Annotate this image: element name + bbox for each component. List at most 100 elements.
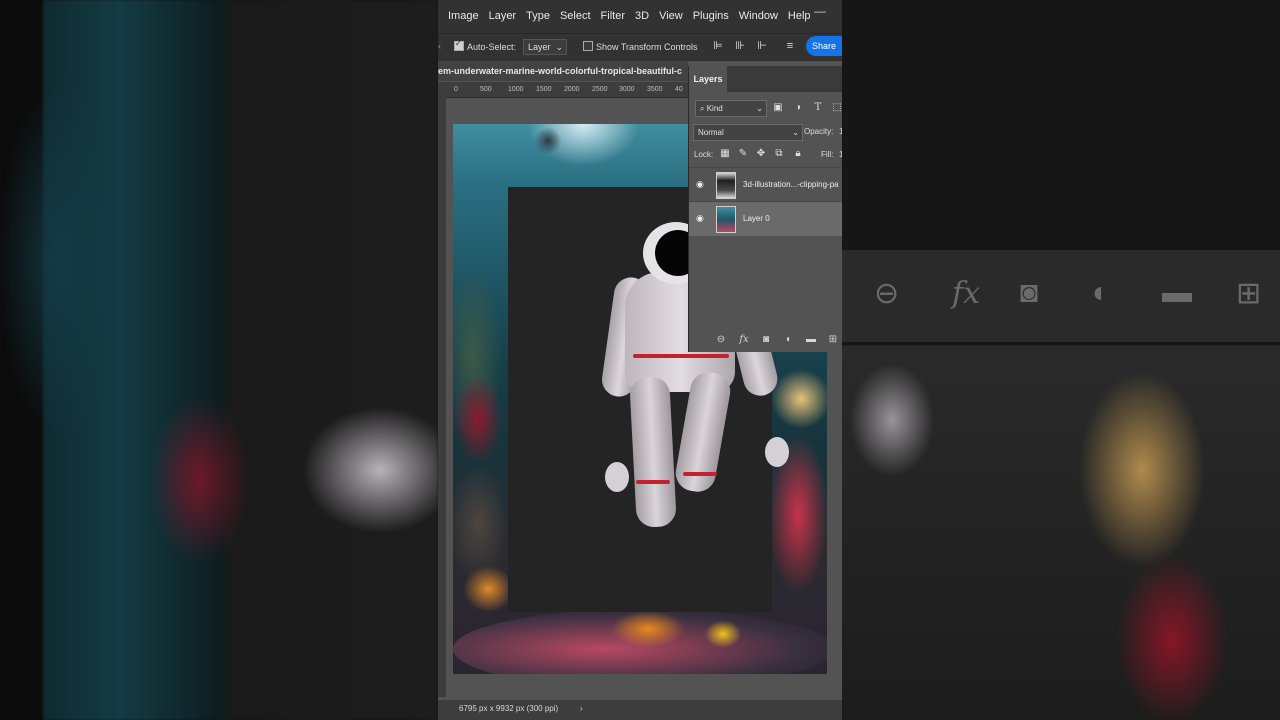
red-coral-left (453, 374, 503, 464)
link-icon: ⊖ (874, 277, 900, 310)
adjustment-icon: ◐ (1092, 276, 1111, 309)
align-center-icon[interactable]: ⊪ (734, 40, 746, 52)
astronaut-left-leg (629, 376, 677, 528)
auto-select-toggle[interactable]: Auto-Select: (454, 39, 517, 52)
layer-row-layer-0[interactable]: ◉ Layer 0 (689, 201, 842, 236)
orange-fish-bottom (608, 609, 688, 649)
horizontal-ruler: 0 500 1000 1500 2000 2500 3000 3500 40 (438, 82, 688, 98)
photoshop-window: Image Layer Type Select Filter 3D View P… (438, 0, 842, 720)
layer-row-astronaut[interactable]: ◉ 3d-illustration...-clipping-pa (689, 167, 842, 202)
fill-label: Fill: (821, 150, 834, 159)
search-icon: ⌕ (700, 104, 705, 113)
blend-mode-value: Normal (698, 128, 724, 137)
kind-value: Kind (706, 104, 723, 113)
astronaut-right-glove (765, 437, 789, 467)
menu-help[interactable]: Help (783, 10, 816, 22)
lock-position-icon[interactable]: ✥ (755, 148, 767, 160)
opacity-value[interactable]: 1 (839, 127, 842, 136)
background-blur-right: ⊖ fx ◙ ◐ ▬ ⊞ (842, 0, 1280, 720)
new-layer-icon: ⊞ (1236, 277, 1262, 310)
yellow-fish (703, 619, 743, 649)
adjustment-layer-icon[interactable]: ◐ (783, 334, 795, 346)
menu-3d[interactable]: 3D (630, 10, 654, 22)
fx-icon[interactable]: fx (738, 334, 750, 346)
layer-thumbnail (716, 206, 736, 233)
mask-icon: ◙ (1020, 276, 1039, 309)
align-left-icon[interactable]: ⊫ (712, 40, 724, 52)
link-layers-icon[interactable]: ⊖ (715, 334, 727, 346)
layer-name: Layer 0 (743, 214, 770, 223)
vertical-ruler (438, 97, 446, 697)
ruler-tick: 3000 (619, 86, 635, 93)
chevron-down-icon: ⌄ (555, 42, 563, 52)
status-menu-arrow-icon[interactable]: › (580, 700, 583, 718)
ruler-tick: 2000 (564, 86, 580, 93)
chevron-down-icon: ⌄ (756, 104, 763, 113)
menu-type[interactable]: Type (521, 10, 555, 22)
lock-artboard-icon[interactable]: ⧉ (773, 148, 785, 160)
visibility-eye-icon[interactable]: ◉ (696, 213, 708, 223)
ruler-tick: 1500 (536, 86, 552, 93)
menu-bar: Image Layer Type Select Filter 3D View P… (438, 0, 842, 33)
ruler-tick: 2500 (592, 86, 608, 93)
ruler-tick: 0 (454, 86, 458, 93)
layer-name: 3d-illustration...-clipping-pa (743, 180, 839, 189)
lock-transparent-icon[interactable]: ▦ (719, 148, 731, 160)
layer-filter-kind-dropdown[interactable]: ⌕ Kind ⌄ (695, 100, 767, 117)
lock-label: Lock: (694, 150, 714, 159)
auto-select-label: Auto-Select: (467, 42, 517, 52)
options-bar: ‹ Auto-Select: Layer ⌄ Show Transform Con… (438, 33, 842, 61)
folder-icon: ▬ (1162, 276, 1192, 309)
pixel-filter-icon[interactable]: ▣ (772, 102, 784, 114)
auto-select-target-value: Layer (528, 42, 551, 52)
astronaut-left-glove (605, 462, 629, 492)
jellyfish (533, 126, 563, 156)
astronaut-belt-stripe (633, 354, 729, 358)
document-tab[interactable]: em-underwater-marine-world-colorful-trop… (438, 61, 688, 81)
auto-select-target-dropdown[interactable]: Layer ⌄ (523, 39, 567, 55)
type-filter-icon[interactable]: T (812, 102, 824, 114)
astronaut-leg-stripe (683, 472, 717, 476)
layer-thumbnail (716, 172, 736, 199)
menu-select[interactable]: Select (555, 10, 596, 22)
lock-image-icon[interactable]: ✎ (737, 148, 749, 160)
new-layer-icon[interactable]: ⊞ (827, 334, 839, 346)
menu-filter[interactable]: Filter (596, 10, 630, 22)
ruler-tick: 500 (480, 86, 492, 93)
new-group-icon[interactable]: ▬ (805, 334, 817, 346)
astronaut-leg-stripe (636, 480, 670, 484)
ruler-tick: 40 (675, 86, 683, 93)
distribute-icon[interactable]: ≡ (784, 40, 796, 52)
shape-filter-icon[interactable]: ⬚ (831, 102, 842, 114)
transform-controls-toggle[interactable]: Show Transform Controls (583, 41, 698, 52)
minimize-icon[interactable]: — (814, 4, 826, 18)
share-button[interactable]: Share (806, 36, 842, 56)
menu-window[interactable]: Window (734, 10, 783, 22)
background-blur-left (0, 0, 438, 720)
layers-panel: Layers ⌕ Kind ⌄ ▣ ◑ T ⬚ Normal ⌄ Opacity… (688, 66, 842, 352)
tab-layers[interactable]: Layers (689, 66, 727, 92)
options-scroll-left-icon[interactable]: ‹ (438, 41, 441, 51)
ruler-tick: 1000 (508, 86, 524, 93)
menu-view[interactable]: View (654, 10, 688, 22)
lock-all-icon[interactable]: 🔒︎ (792, 148, 804, 160)
auto-select-checkbox[interactable] (454, 39, 464, 51)
adjustment-filter-icon[interactable]: ◑ (792, 102, 804, 114)
align-right-icon[interactable]: ⊩ (756, 40, 768, 52)
add-mask-icon[interactable]: ◙ (760, 334, 772, 346)
chevron-down-icon: ⌄ (792, 128, 799, 137)
fx-icon: fx (952, 276, 981, 311)
opacity-label: Opacity: (804, 127, 834, 136)
blend-mode-dropdown[interactable]: Normal ⌄ (693, 124, 803, 141)
transform-controls-checkbox[interactable] (583, 41, 593, 51)
transform-controls-label: Show Transform Controls (596, 42, 698, 52)
ruler-tick: 3500 (647, 86, 663, 93)
background-panel-icons: ⊖ fx ◙ ◐ ▬ ⊞ (842, 250, 1280, 342)
layers-panel-footer: ⊖ fx ◙ ◐ ▬ ⊞ (689, 328, 842, 352)
menu-layer[interactable]: Layer (484, 10, 522, 22)
fill-value[interactable]: 1 (839, 150, 842, 159)
menu-image[interactable]: Image (443, 10, 484, 22)
visibility-eye-icon[interactable]: ◉ (696, 179, 708, 189)
layers-panel-header: Layers (689, 66, 842, 92)
menu-plugins[interactable]: Plugins (688, 10, 734, 22)
